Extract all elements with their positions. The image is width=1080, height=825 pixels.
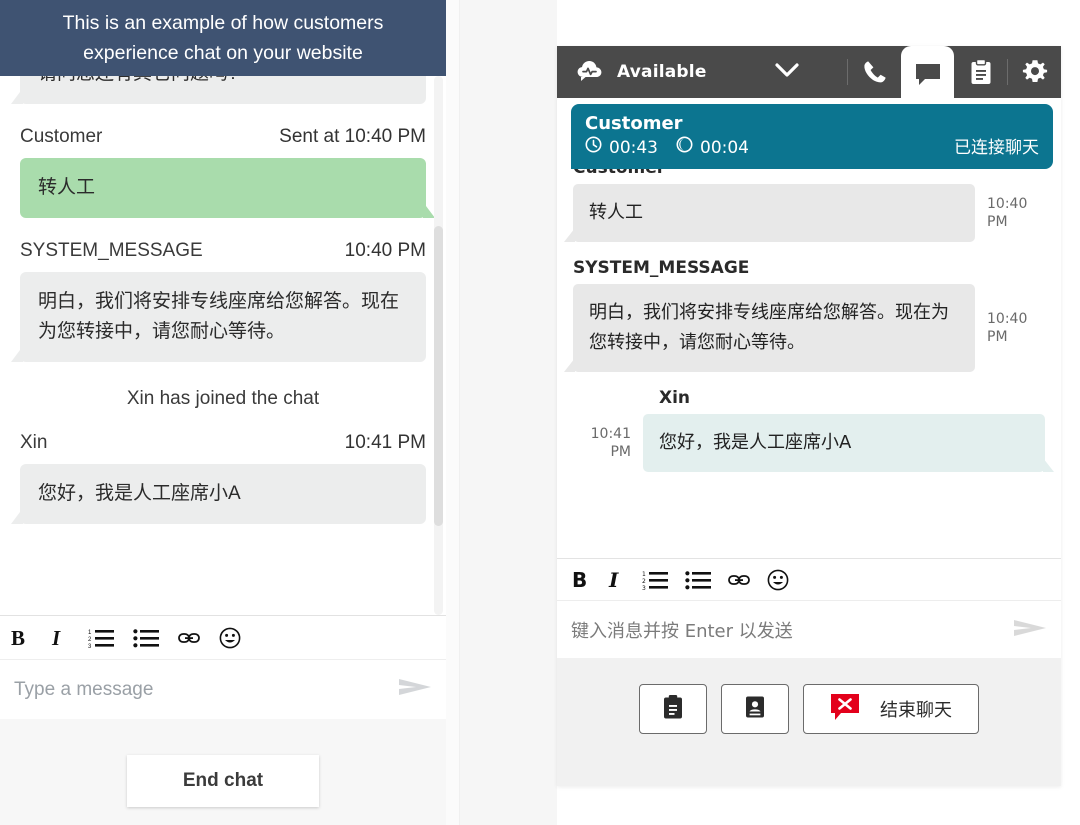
- transcript-button[interactable]: [639, 684, 707, 734]
- link-icon[interactable]: [728, 573, 750, 587]
- message-meta: SYSTEM_MESSAGE 10:40 PM: [20, 240, 426, 262]
- message-input-placeholder[interactable]: 键入消息并按 Enter 以发送: [571, 617, 1013, 643]
- conversation-idle-timer: 00:04: [676, 136, 749, 159]
- tab-chat[interactable]: [901, 46, 954, 102]
- end-chat-label: 结束聊天: [880, 700, 952, 721]
- message-timestamp: 10:40 PM: [987, 196, 1028, 230]
- agent-console-widget: Available Customer 00:43 00:04 已连接聊天 转人工…: [557, 46, 1061, 786]
- end-chat-button[interactable]: 结束聊天: [803, 684, 979, 734]
- message-bubble-agent: 明白，我们将安排专线座席给您解答。现在为您转接中，请您耐心等待。: [11, 272, 426, 362]
- svg-text:2: 2: [88, 637, 92, 643]
- message-meta: Xin 10:41 PM: [20, 432, 426, 454]
- tab-settings[interactable]: [1008, 46, 1061, 98]
- message-sender: SYSTEM_MESSAGE: [20, 240, 203, 261]
- message-bubble-system: 明白，我们将安排专线座席给您解答。现在为您转接中，请您耐心等待。: [564, 284, 975, 372]
- message-bubble-agent: 您好，我是人工座席小A: [643, 414, 1054, 472]
- agent-status-selector[interactable]: Available: [557, 59, 847, 85]
- message-bubble-customer: 转人工: [20, 158, 426, 218]
- customer-format-toolbar: B I 1 2 3: [0, 615, 446, 659]
- message-group: SYSTEM_MESSAGE 明白，我们将安排专线座席给您解答。现在为您转接中，…: [564, 258, 1045, 372]
- message-text: 明白，我们将安排专线座席给您解答。现在为您转接中，请您耐心等待。: [38, 291, 400, 342]
- italic-icon[interactable]: I: [608, 569, 625, 591]
- tab-clipboard[interactable]: [954, 46, 1007, 98]
- agent-composer[interactable]: 键入消息并按 Enter 以发送: [557, 600, 1061, 658]
- message-text: 转人工: [38, 177, 96, 198]
- agent-format-toolbar: B I 1 2 3: [557, 558, 1061, 600]
- bulleted-list-icon[interactable]: [685, 570, 711, 590]
- svg-text:I: I: [608, 569, 619, 591]
- svg-text:3: 3: [88, 644, 92, 648]
- italic-icon[interactable]: I: [50, 627, 69, 649]
- thread-scrollbar[interactable]: [434, 76, 443, 615]
- emoji-icon[interactable]: [767, 569, 789, 591]
- message-sender: Xin: [20, 432, 48, 453]
- message-sender: Xin: [659, 388, 691, 408]
- agent-topbar: Available: [557, 46, 1061, 102]
- ordered-list-icon[interactable]: 1 2 3: [642, 570, 668, 590]
- scrollbar-thumb[interactable]: [434, 226, 443, 526]
- system-join-notice: Xin has joined the chat: [126, 388, 320, 409]
- end-chat-red-icon: [830, 693, 860, 726]
- message-sender: SYSTEM_MESSAGE: [573, 258, 750, 278]
- message-timestamp: 10:40 PM: [987, 311, 1028, 345]
- message-text: 转人工: [589, 202, 643, 223]
- send-icon[interactable]: [398, 676, 432, 703]
- conversation-clock-timer: 00:43: [585, 136, 658, 159]
- message-bubble-customer: 转人工: [564, 184, 975, 242]
- end-chat-button[interactable]: End chat: [127, 755, 319, 807]
- message-timestamp: 10:41 PM: [590, 426, 631, 460]
- message-meta: Customer Sent at 10:40 PM: [20, 126, 426, 148]
- message-sender: Customer: [20, 126, 103, 147]
- widget-edge-gutter: [446, 0, 460, 825]
- example-banner: This is an example of how customers expe…: [0, 0, 446, 76]
- message-timestamp: 10:40 PM: [344, 240, 426, 261]
- agent-tab-strip: [848, 46, 1061, 102]
- svg-text:3: 3: [642, 585, 646, 590]
- svg-text:2: 2: [642, 578, 646, 585]
- clipboard-icon: [662, 694, 684, 724]
- clock-icon: [585, 136, 602, 159]
- message-input-placeholder[interactable]: Type a message: [14, 679, 398, 701]
- contact-card-button[interactable]: [721, 684, 789, 734]
- message-text: 明白，我们将安排专线座席给您解答。现在为您转接中，请您耐心等待。: [589, 302, 949, 353]
- conversation-customer-name: Customer: [585, 113, 683, 134]
- svg-text:1: 1: [642, 571, 646, 578]
- message-group: Customer 转人工 10:40 PM: [564, 158, 1045, 242]
- customer-chat-widget: This is an example of how customers expe…: [0, 0, 446, 825]
- connection-status: 已连接聊天: [954, 137, 1039, 158]
- contact-card-icon: [744, 694, 766, 724]
- tab-phone[interactable]: [848, 46, 901, 98]
- agent-status-label: Available: [617, 62, 707, 82]
- message-bubble-agent: 您好，我是人工座席小A: [11, 464, 426, 524]
- bold-icon[interactable]: B: [571, 569, 591, 591]
- message-timestamp: 10:41 PM: [344, 432, 426, 453]
- screenshot-root: This is an example of how customers expe…: [0, 0, 1080, 825]
- active-conversation-header[interactable]: Customer 00:43 00:04 已连接聊天: [571, 104, 1053, 169]
- moon-icon: [676, 136, 693, 159]
- bold-icon[interactable]: B: [10, 627, 31, 649]
- clock-timer-value: 00:43: [609, 137, 658, 158]
- svg-text:B: B: [11, 627, 25, 649]
- message-group: Xin 10:41 PM 您好，我是人工座席小A: [573, 388, 1054, 472]
- idle-timer-value: 00:04: [700, 137, 749, 158]
- svg-text:1: 1: [88, 630, 92, 636]
- send-icon[interactable]: [1013, 617, 1047, 643]
- link-icon[interactable]: [178, 631, 200, 645]
- chevron-down-icon[interactable]: [774, 62, 799, 82]
- customer-footer: End chat: [0, 719, 446, 825]
- banner-text: This is an example of how customers expe…: [62, 12, 384, 64]
- message-text: 您好，我是人工座席小A: [38, 483, 241, 504]
- svg-text:I: I: [51, 627, 61, 649]
- customer-composer[interactable]: Type a message: [0, 659, 446, 719]
- cloud-pulse-icon: [577, 59, 603, 85]
- message-text: 您好，我是人工座席小A: [659, 432, 852, 453]
- emoji-icon[interactable]: [219, 627, 241, 649]
- svg-text:B: B: [572, 569, 587, 591]
- page-background: [460, 0, 557, 825]
- customer-message-thread: 请问您还有其它问题吗? Customer Sent at 10:40 PM 转人…: [0, 0, 446, 615]
- ordered-list-icon[interactable]: 1 2 3: [88, 628, 114, 648]
- message-timestamp: Sent at 10:40 PM: [279, 126, 426, 147]
- bulleted-list-icon[interactable]: [133, 628, 159, 648]
- agent-action-bar: 结束聊天: [557, 658, 1061, 786]
